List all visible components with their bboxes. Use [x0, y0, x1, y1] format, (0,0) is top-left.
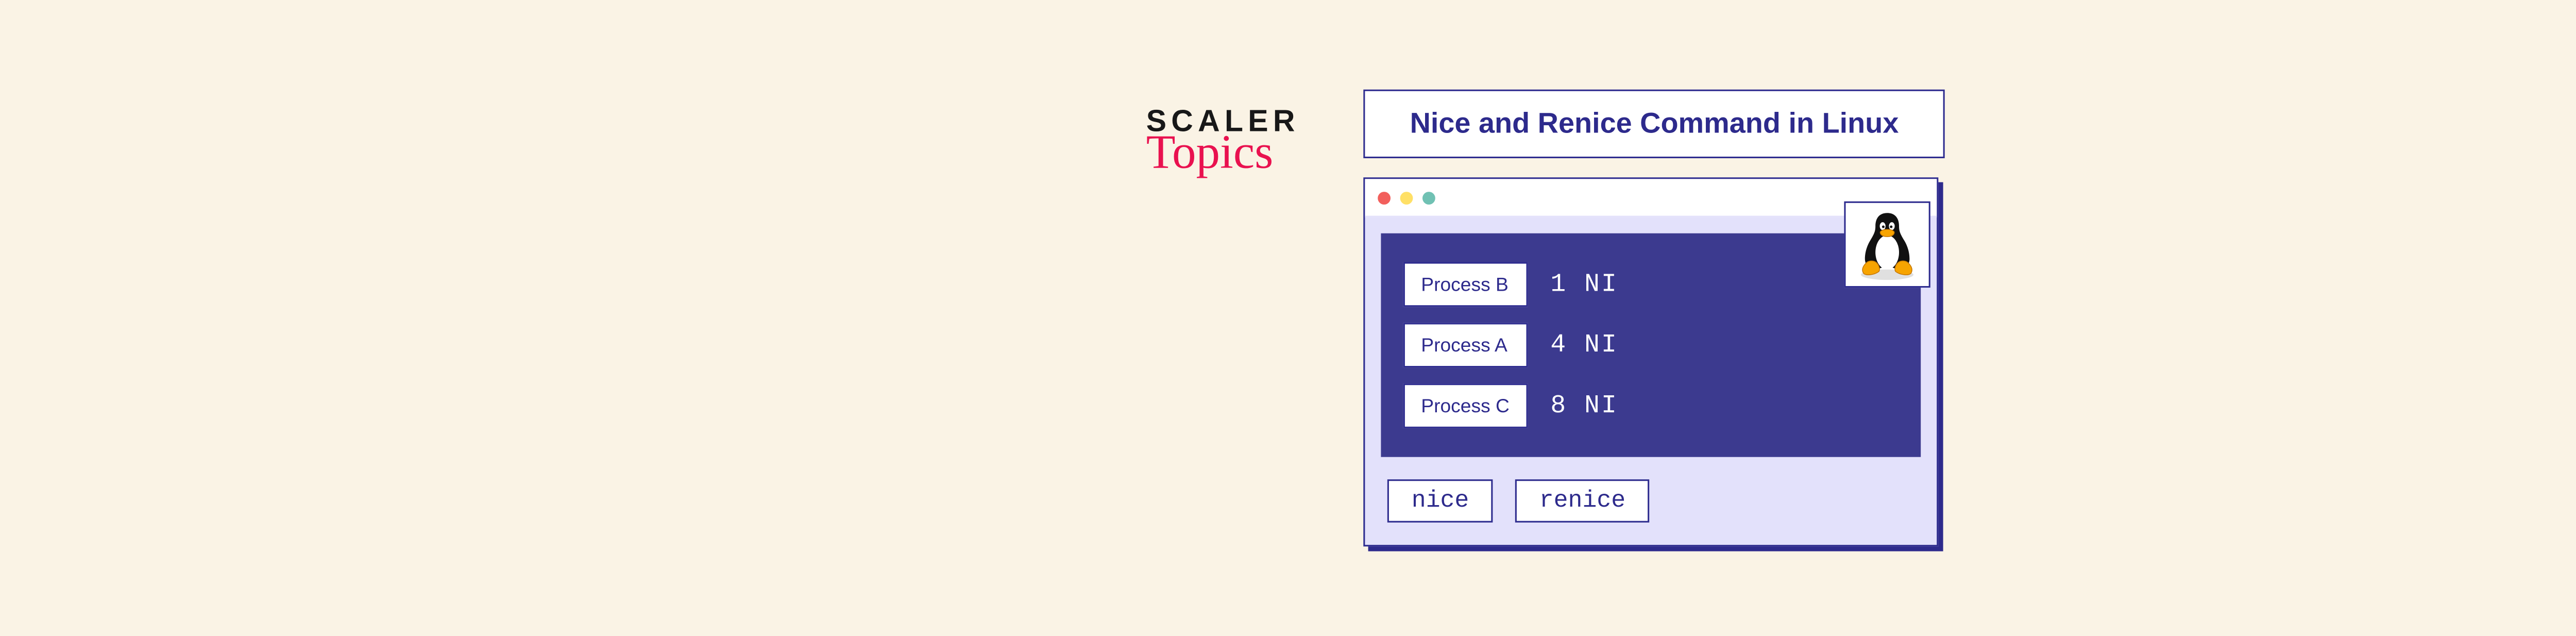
- process-row: Process C 8 NI: [1403, 383, 1899, 428]
- minimize-icon: [1400, 191, 1413, 204]
- maximize-icon: [1422, 191, 1435, 204]
- nice-command-box: nice: [1387, 479, 1493, 523]
- scaler-topics-logo: SCALER Topics: [1146, 106, 1300, 174]
- process-row: Process B 1 NI: [1403, 262, 1899, 307]
- nice-value: 1 NI: [1550, 270, 1618, 299]
- commands-row: nice renice: [1365, 457, 1937, 545]
- terminal-window: Process B 1 NI Process A 4 NI Process C …: [1364, 177, 1939, 546]
- process-label: Process A: [1403, 323, 1528, 367]
- nice-value: 8 NI: [1550, 392, 1618, 421]
- process-row: Process A 4 NI: [1403, 323, 1899, 367]
- tux-icon: [1844, 202, 1930, 288]
- renice-command-box: renice: [1515, 479, 1649, 523]
- process-label: Process C: [1403, 383, 1528, 428]
- process-pane: Process B 1 NI Process A 4 NI Process C …: [1381, 233, 1921, 457]
- process-label: Process B: [1403, 262, 1528, 307]
- page-title: Nice and Renice Command in Linux: [1410, 107, 1899, 139]
- title-box: Nice and Renice Command in Linux: [1364, 90, 1945, 158]
- close-icon: [1378, 191, 1391, 204]
- nice-value: 4 NI: [1550, 331, 1618, 360]
